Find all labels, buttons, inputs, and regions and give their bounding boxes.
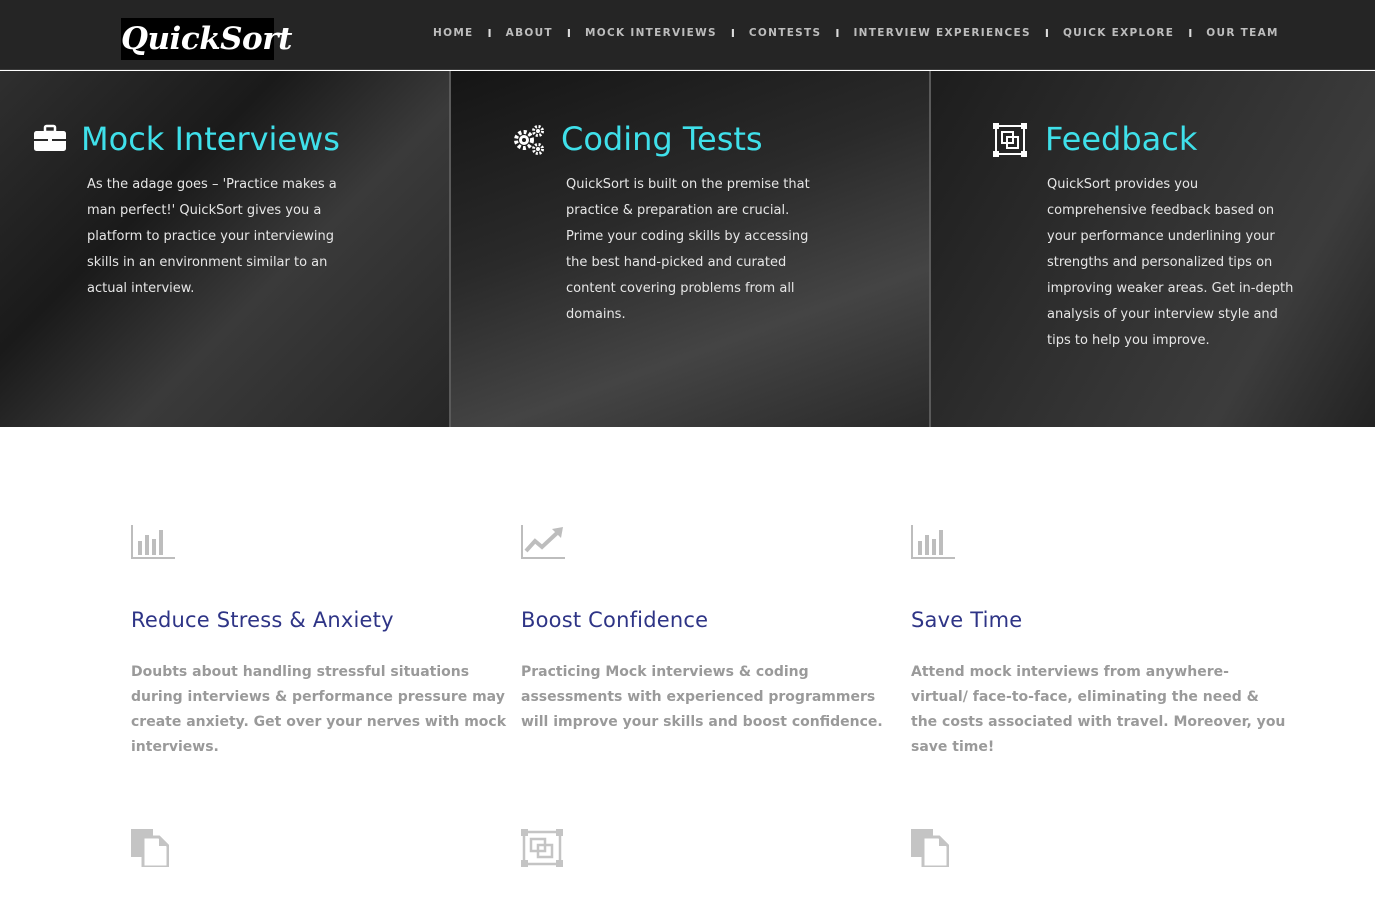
quicksort-logo[interactable]: QuickSort <box>121 18 292 60</box>
nav-interview-experiences[interactable]: INTERVIEW EXPERIENCES <box>853 27 1030 39</box>
nav-contests[interactable]: CONTESTS <box>749 27 821 39</box>
hero-section: Mock Interviews As the adage goes – 'Pra… <box>0 71 1375 427</box>
bar-chart-icon <box>911 525 955 559</box>
feature-text-save-time: Attend mock interviews from anywhere- vi… <box>911 664 1286 755</box>
nav-separator: I <box>835 26 840 40</box>
bar-chart-icon <box>131 525 175 559</box>
nav-separator: I <box>730 26 735 40</box>
nav-separator: I <box>487 26 492 40</box>
hero-card-mock-interviews: Mock Interviews As the adage goes – 'Pra… <box>0 71 451 427</box>
hero-title-coding-tests: Coding Tests <box>561 120 763 158</box>
main-nav: HOME I ABOUT I MOCK INTERVIEWS I CONTEST… <box>433 25 1279 41</box>
hero-card-coding-tests: Coding Tests QuickSort is built on the p… <box>451 71 931 427</box>
nav-quick-explore[interactable]: QUICK EXPLORE <box>1063 27 1174 39</box>
documents-icon <box>911 829 949 867</box>
feature-title-save-time: Save Time <box>911 608 1023 632</box>
feature-title-boost-confidence: Boost Confidence <box>521 608 709 632</box>
nav-mock-interviews[interactable]: MOCK INTERVIEWS <box>585 27 717 39</box>
hero-card-feedback: Feedback QuickSort provides you comprehe… <box>931 71 1375 427</box>
nav-about[interactable]: ABOUT <box>506 27 553 39</box>
nav-home[interactable]: HOME <box>433 27 474 39</box>
nav-separator: I <box>566 26 571 40</box>
hero-text-feedback: QuickSort provides you comprehensive fee… <box>1047 177 1294 348</box>
documents-icon <box>131 829 169 867</box>
nav-separator: I <box>1188 26 1193 40</box>
feature-title-reduce-stress: Reduce Stress & Anxiety <box>131 608 394 632</box>
line-chart-icon <box>521 525 565 559</box>
nav-our-team[interactable]: OUR TEAM <box>1206 27 1279 39</box>
hero-text-mock-interviews: As the adage goes – 'Practice makes a ma… <box>87 177 337 296</box>
feature-text-boost-confidence: Practicing Mock interviews & coding asse… <box>521 664 883 730</box>
briefcase-icon <box>34 124 66 151</box>
hero-text-coding-tests: QuickSort is built on the premise that p… <box>566 177 810 322</box>
gears-icon <box>514 125 544 155</box>
nav-separator: I <box>1044 26 1049 40</box>
top-navbar: QuickSort HOME I ABOUT I MOCK INTERVIEWS… <box>0 0 1375 70</box>
hero-title-mock-interviews: Mock Interviews <box>81 120 340 158</box>
hero-title-feedback: Feedback <box>1045 120 1198 158</box>
frame-icon <box>521 829 563 867</box>
features-section: Reduce Stress & Anxiety Doubts about han… <box>0 427 1375 916</box>
frame-icon <box>993 123 1027 157</box>
feature-text-reduce-stress: Doubts about handling stressful situatio… <box>131 664 507 755</box>
